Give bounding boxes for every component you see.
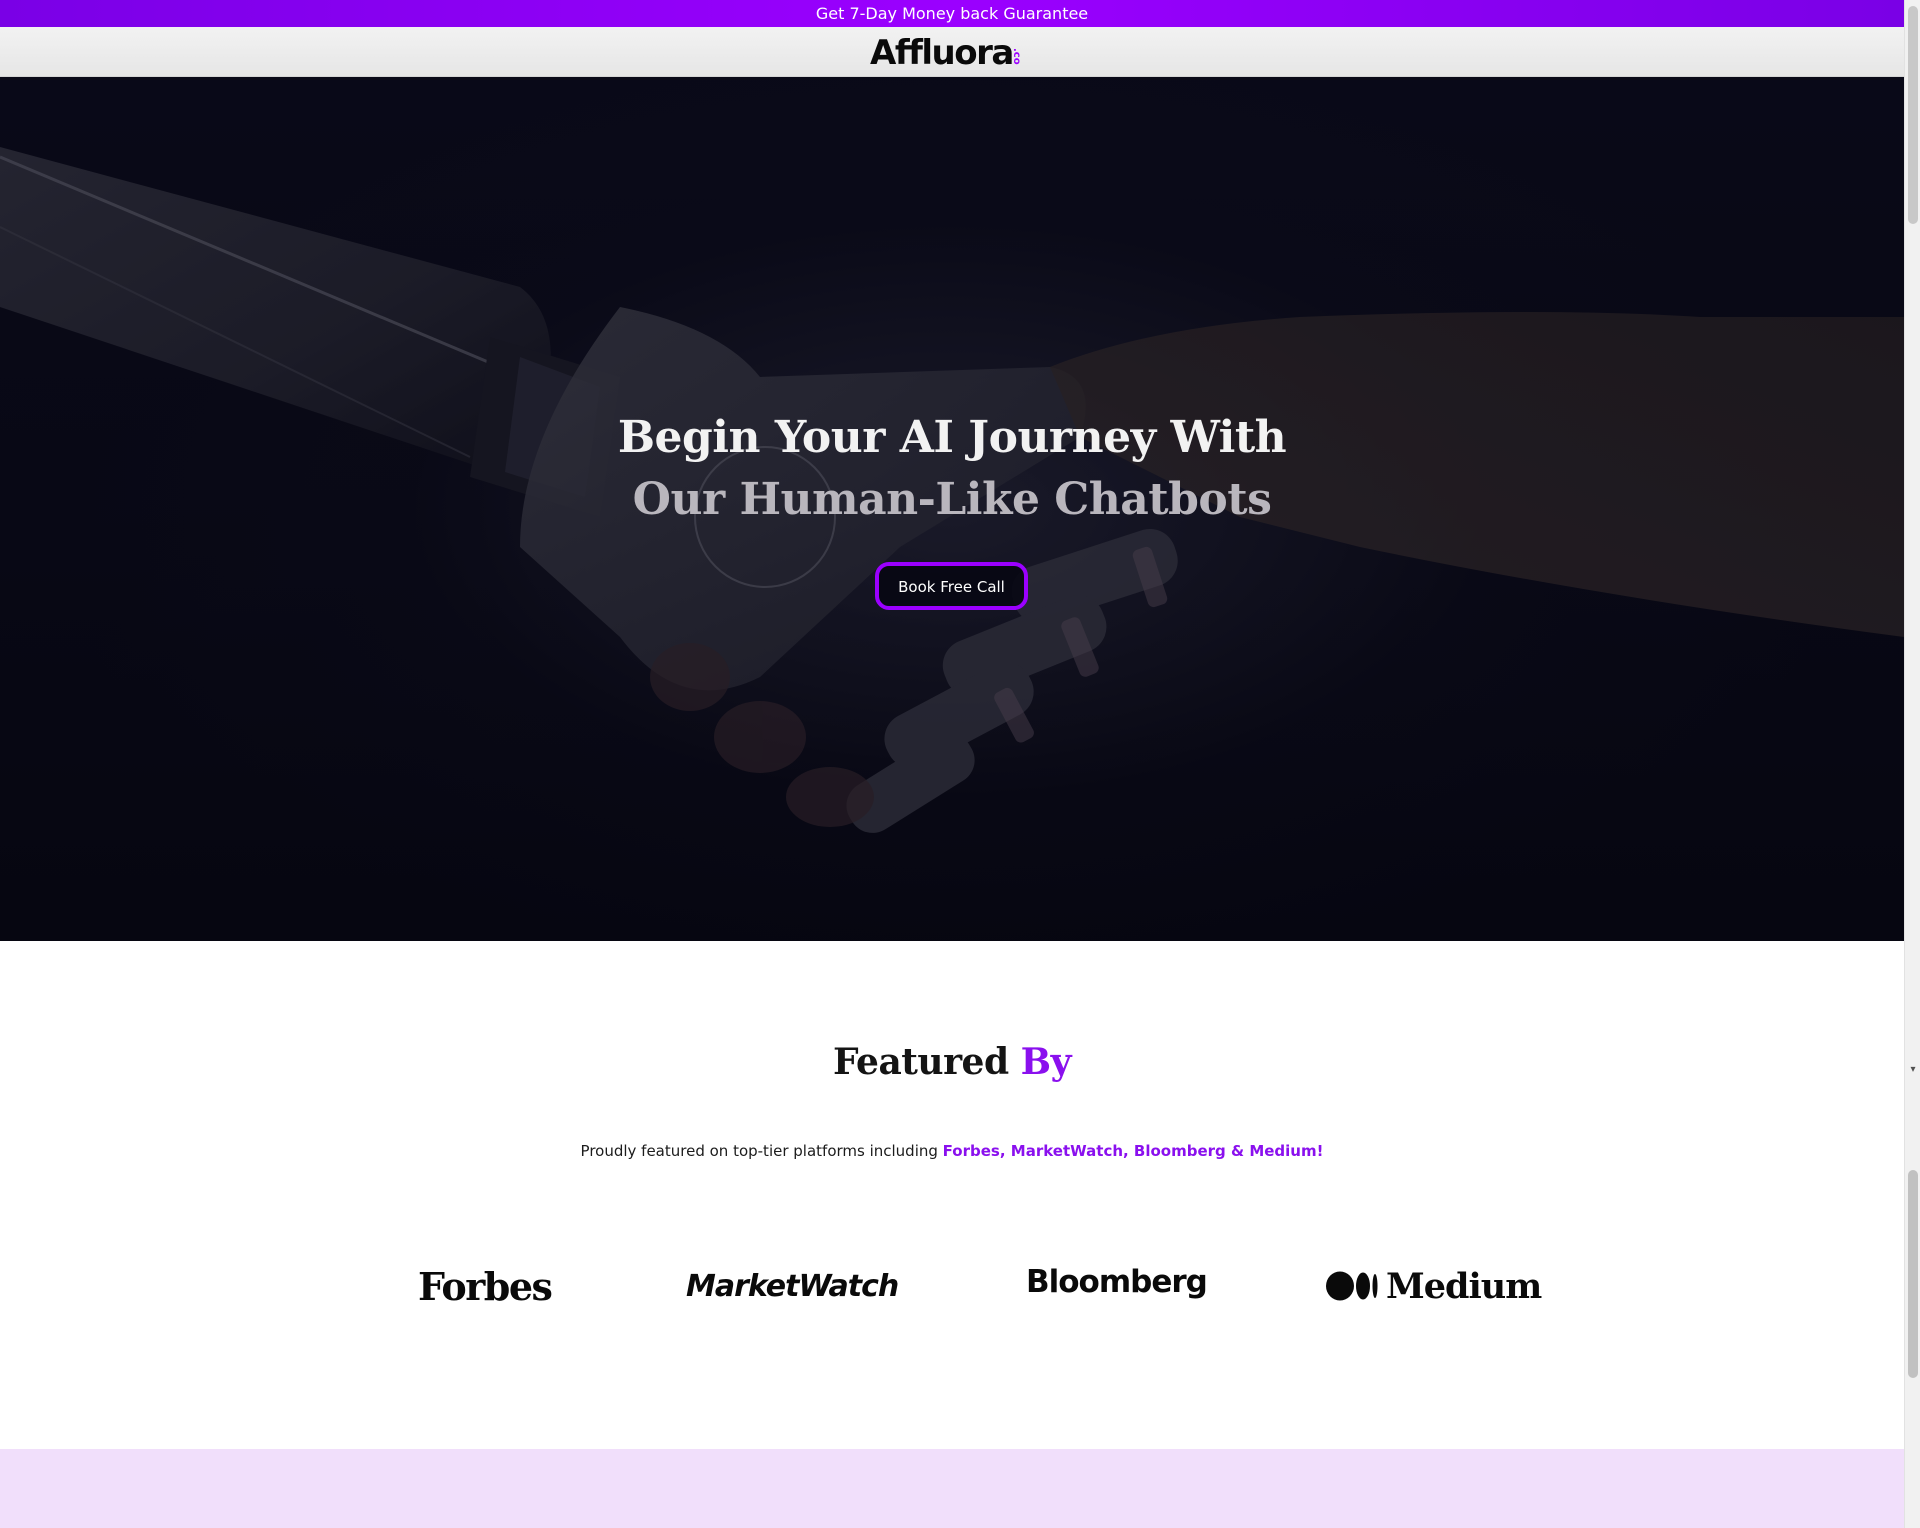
page-scrollbar[interactable]: ▾: [1904, 0, 1920, 1528]
marketwatch-logo: MarketWatch: [686, 1268, 899, 1304]
site-logo[interactable]: Affluora .co: [870, 31, 1030, 73]
logo-suffix: .co: [1011, 45, 1030, 67]
featured-by-section: Featured By Proudly featured on top-tier…: [0, 941, 1904, 1449]
logo-wordmark: Affluora: [870, 33, 1014, 73]
next-section-band: [0, 1449, 1904, 1528]
promo-text: Get 7-Day Money back Guarantee: [815, 4, 1089, 23]
hero-heading: Begin Your AI Journey With Our Human-Lik…: [0, 407, 1904, 531]
promo-bar[interactable]: Get 7-Day Money back Guarantee: [0, 0, 1904, 27]
scrollbar-thumb-top[interactable]: [1908, 6, 1918, 224]
featured-subtitle-highlight: Forbes, MarketWatch, Bloomberg & Medium!: [942, 1142, 1324, 1160]
hero-section: Begin Your AI Journey With Our Human-Lik…: [0, 77, 1904, 941]
featured-subtitle-prefix: Proudly featured on top-tier platforms i…: [580, 1142, 943, 1160]
bloomberg-logo: Bloomberg: [1026, 1264, 1208, 1300]
medium-logo-text: Medium: [1386, 1265, 1542, 1307]
featured-heading-accent: By: [1020, 1041, 1072, 1083]
forbes-logo: Forbes: [418, 1263, 553, 1309]
scrollbar-thumb[interactable]: [1908, 1170, 1918, 1378]
hero-heading-line1: Begin Your AI Journey With: [617, 412, 1287, 463]
landing-page: Get 7-Day Money back Guarantee Affluora …: [0, 0, 1904, 1528]
featured-heading: Featured By: [0, 1041, 1904, 1083]
medium-logo: Medium: [1326, 1256, 1542, 1316]
featured-heading-main: Featured: [832, 1041, 1021, 1083]
hero-heading-line2: Our Human-Like Chatbots: [632, 474, 1272, 525]
logo-suffix-text: .co: [1010, 48, 1022, 65]
book-free-call-button[interactable]: Book Free Call: [875, 562, 1028, 610]
site-header: Affluora .co: [0, 27, 1904, 77]
scroll-down-arrow-icon[interactable]: ▾: [1905, 1062, 1920, 1078]
featured-subtitle: Proudly featured on top-tier platforms i…: [0, 1142, 1904, 1160]
press-logos: Forbes MarketWatch Bloomberg Medium: [0, 1256, 1904, 1316]
medium-mark-icon: [1326, 1271, 1380, 1301]
